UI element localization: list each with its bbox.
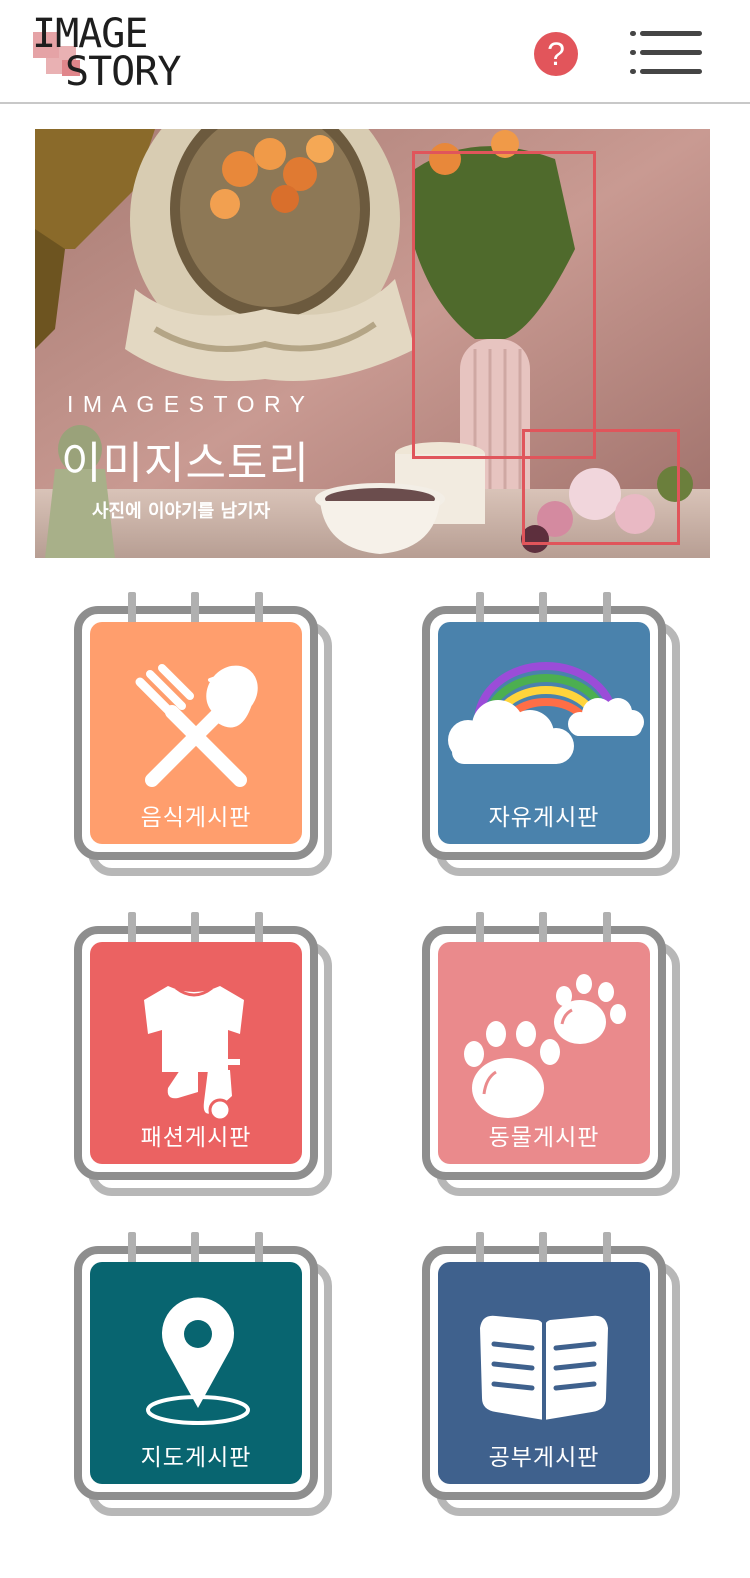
decor-frame [522, 429, 680, 545]
board-free[interactable]: 자유게시판 [420, 592, 682, 884]
board-map[interactable]: 지도게시판 [72, 1232, 334, 1524]
board-face: 동물게시판 [438, 942, 650, 1164]
board-study[interactable]: 공부게시판 [420, 1232, 682, 1524]
menu-bar [640, 69, 702, 74]
menu-bar [640, 31, 702, 36]
board-face: 음식게시판 [90, 622, 302, 844]
board-face: 공부게시판 [438, 1262, 650, 1484]
menu-dot [630, 50, 636, 55]
app-header: IMAGE STORY ? [0, 0, 750, 104]
board-label: 지도게시판 [140, 1445, 252, 1471]
board-face: 지도게시판 [90, 1262, 302, 1484]
menu-dot [630, 31, 636, 36]
logo-text-line1: IMAGE [32, 11, 148, 57]
menu-dot [630, 69, 636, 74]
banner-subtitle: 사진에 이야기를 남기자 [92, 501, 271, 522]
menu-bar [640, 50, 702, 55]
decor-frame [412, 151, 596, 459]
board-food[interactable]: 음식게시판 [72, 592, 334, 884]
board-label: 동물게시판 [488, 1125, 600, 1151]
hero-banner[interactable]: IMAGESTORY 이미지스토리 사진에 이야기를 남기자 [35, 129, 710, 558]
banner-title-ko: 이미지스토리 [61, 438, 310, 489]
logo-text-line2: STORY [65, 49, 181, 95]
board-animal[interactable]: 동물게시판 [420, 912, 682, 1204]
help-button[interactable]: ? [534, 32, 578, 76]
board-label: 공부게시판 [488, 1445, 600, 1471]
banner-title-en: IMAGESTORY [67, 391, 315, 417]
board-face: 패션게시판 [90, 942, 302, 1164]
hamburger-menu-icon[interactable] [630, 28, 704, 78]
board-face: 자유게시판 [438, 622, 650, 844]
board-label: 음식게시판 [140, 805, 252, 831]
board-fashion[interactable]: 패션게시판 [72, 912, 334, 1204]
board-label: 패션게시판 [140, 1125, 252, 1151]
image-story-logo[interactable]: IMAGE STORY [30, 10, 190, 94]
board-label: 자유게시판 [488, 805, 600, 831]
